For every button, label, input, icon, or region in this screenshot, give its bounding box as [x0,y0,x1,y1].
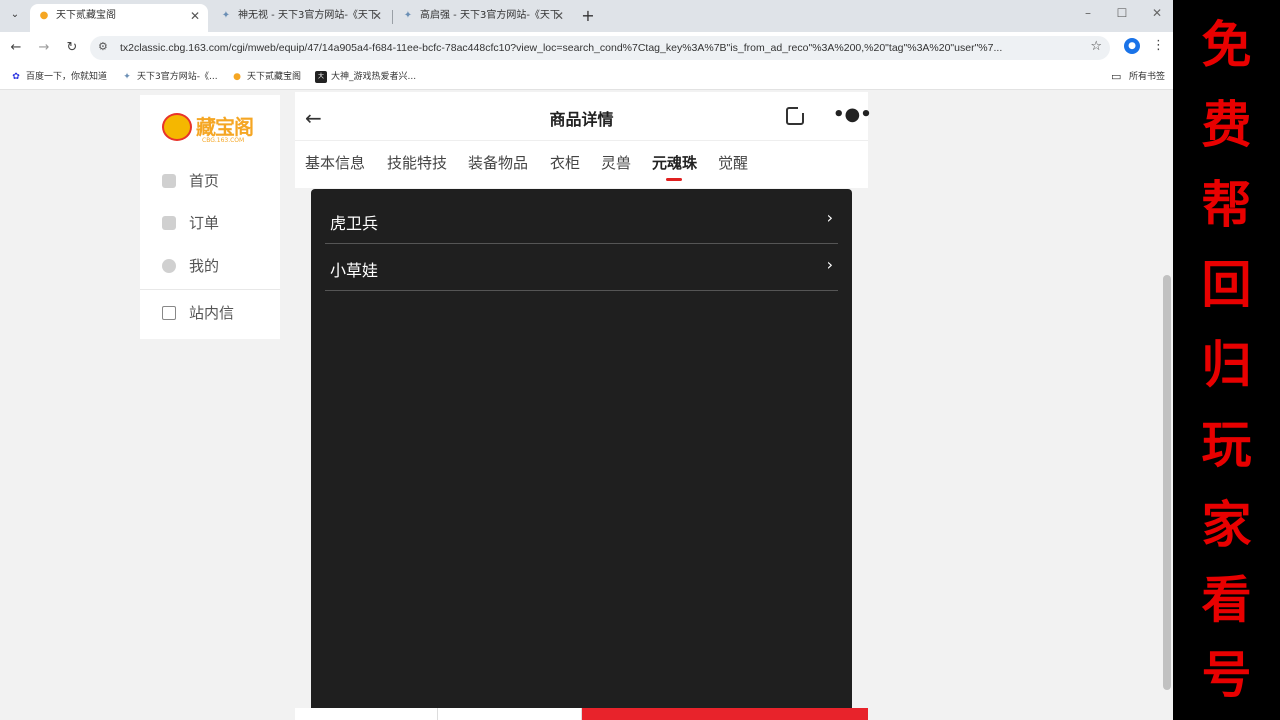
more-options-icon[interactable]: •●• [833,104,872,125]
tx3-icon: ✦ [123,72,131,82]
sidebar-item-label: 我的 [189,257,220,275]
order-icon [162,216,176,230]
cbg-logo[interactable]: 藏宝阁 CBG.163.COM [160,107,260,147]
browser-tab[interactable]: ✦ 神无视 - 天下3官方网站-《天下 ✕ [212,4,390,32]
soul-pearl-panel: 虎卫兵 › 小草娃 › [311,189,852,720]
back-icon[interactable]: ← [6,38,26,58]
bookmark-item[interactable]: ● 天下贰藏宝阁 [231,69,301,85]
browser-tab[interactable]: ✦ 高启强 - 天下3官方网站-《天下 ✕ [394,4,572,32]
dashen-icon: 大 [315,71,327,83]
tab-wardrobe[interactable]: 衣柜 [550,152,580,173]
promo-banner: 免 费 帮 回 归 玩 家 看 号 [1173,0,1280,720]
close-tab-icon[interactable]: ✕ [190,4,200,28]
address-bar[interactable]: ⚙ tx2classic.cbg.163.com/cgi/mweb/equip/… [90,36,1110,60]
sidebar-item-label: 首页 [189,172,220,190]
tab-soul-pearls[interactable]: 元魂珠 [652,152,697,173]
banner-char: 免 [1201,16,1252,74]
logo-mark-icon [162,113,192,141]
page-title: 商品详情 [549,110,614,129]
banner-char: 归 [1201,336,1252,394]
tab-pets[interactable]: 灵兽 [601,152,631,173]
tab-title: 高启强 - 天下3官方网站-《天下 [420,10,560,21]
profile-avatar-icon[interactable]: ● [1124,38,1140,54]
sidebar-item-mine[interactable]: 我的 [162,256,219,276]
list-item-label: 小草娃 [330,261,379,280]
sidebar-item-label: 订单 [189,214,220,232]
banner-char: 玩 [1201,416,1252,474]
bookmark-label: 百度一下，你就知道 [26,72,108,82]
folder-icon: ▭ [1110,70,1122,83]
list-item[interactable]: 小草娃 › [325,244,838,291]
tab-divider [392,10,393,24]
banner-char: 回 [1201,256,1252,314]
detail-tabs: 基本信息 技能特技 装备物品 衣柜 灵兽 元魂珠 觉醒 [295,152,868,182]
close-window-icon[interactable]: ✕ [1149,6,1165,20]
sidebar-item-orders[interactable]: 订单 [162,213,219,233]
bookmark-item[interactable]: ✦ 天下3官方网站-《... [121,69,218,85]
bookmark-label: 天下3官方网站-《... [137,72,218,82]
chevron-right-icon: › [826,208,833,227]
banner-char: 看 [1201,571,1252,629]
sidebar: 藏宝阁 CBG.163.COM 首页 订单 我的 站内信 [140,95,280,339]
home-icon [162,174,176,188]
site-info-icon[interactable]: ⚙ [98,40,108,53]
bookmarks-bar: ✿ 百度一下，你就知道 ✦ 天下3官方网站-《... ● 天下贰藏宝阁 大 大神… [0,64,1173,90]
tab-skills[interactable]: 技能特技 [387,152,447,173]
minimize-icon[interactable]: – [1080,6,1096,20]
folder-label: 所有书签 [1128,72,1165,82]
close-tab-icon[interactable]: ✕ [372,4,382,28]
new-tab-button[interactable]: + [580,4,596,28]
mail-icon [162,306,176,320]
bookmark-label: 天下贰藏宝阁 [247,72,302,82]
tx3-favicon-icon: ✦ [221,10,231,21]
sidebar-item-label: 站内信 [189,304,235,322]
sidebar-item-messages[interactable]: 站内信 [162,303,234,323]
header-divider [295,140,868,141]
chevron-right-icon: › [826,255,833,274]
bookmark-label: 大神_游戏热爱者兴... [331,72,417,82]
tab-title: 天下贰藏宝阁 [56,10,116,21]
browser-tab-active[interactable]: ● 天下贰藏宝阁 ✕ [30,4,208,32]
tab-equipment[interactable]: 装备物品 [468,152,528,173]
close-tab-icon[interactable]: ✕ [554,4,564,28]
banner-char: 号 [1201,646,1252,704]
banner-char: 费 [1201,96,1252,154]
bookmark-item[interactable]: ✿ 百度一下，你就知道 [10,69,107,85]
user-icon [162,259,176,273]
cbg-icon: ● [233,72,241,82]
browser-toolbar: ← → ↻ ⚙ tx2classic.cbg.163.com/cgi/mweb/… [0,32,1173,64]
bottom-action-bar [295,708,868,720]
maximize-icon[interactable]: ☐ [1114,6,1130,20]
bookmark-star-icon[interactable]: ☆ [1090,39,1102,54]
share-icon[interactable] [786,105,806,125]
cbg-favicon-icon: ● [39,10,49,21]
tab-search-button[interactable]: ⌄ [6,6,24,24]
buy-button[interactable] [582,708,868,720]
tab-title: 神无视 - 天下3官方网站-《天下 [238,10,378,21]
browser-tab-bar: ⌄ ● 天下贰藏宝阁 ✕ ✦ 神无视 - 天下3官方网站-《天下 ✕ ✦ 高启强… [0,0,1173,32]
tab-basic-info[interactable]: 基本信息 [305,152,365,173]
tx3-favicon-icon: ✦ [403,10,413,21]
sidebar-divider [140,289,280,290]
tab-awakening[interactable]: 觉醒 [718,152,748,173]
page-scrollbar[interactable] [1163,275,1171,690]
bottom-divider [437,708,438,720]
banner-char: 帮 [1201,176,1252,234]
url-text[interactable]: tx2classic.cbg.163.com/cgi/mweb/equip/47… [120,36,1070,60]
detail-header: ← 商品详情 •●• 基本信息 技能特技 装备物品 衣柜 灵兽 元魂珠 觉醒 [295,92,872,188]
list-item[interactable]: 虎卫兵 › [325,197,838,244]
all-bookmarks-folder[interactable]: ▭ 所有书签 [1111,69,1165,85]
reload-icon[interactable]: ↻ [62,38,82,58]
baidu-icon: ✿ [12,72,20,82]
list-item-label: 虎卫兵 [330,214,379,233]
logo-subtext: CBG.163.COM [202,137,245,144]
browser-menu-icon[interactable]: ⋮ [1152,38,1165,53]
bookmark-item[interactable]: 大 大神_游戏热爱者兴... [315,69,416,85]
sidebar-item-home[interactable]: 首页 [162,171,219,191]
active-tab-indicator [666,178,682,181]
logo-text: 藏宝阁 [196,115,254,139]
forward-icon[interactable]: → [34,38,54,58]
banner-char: 家 [1201,496,1252,554]
